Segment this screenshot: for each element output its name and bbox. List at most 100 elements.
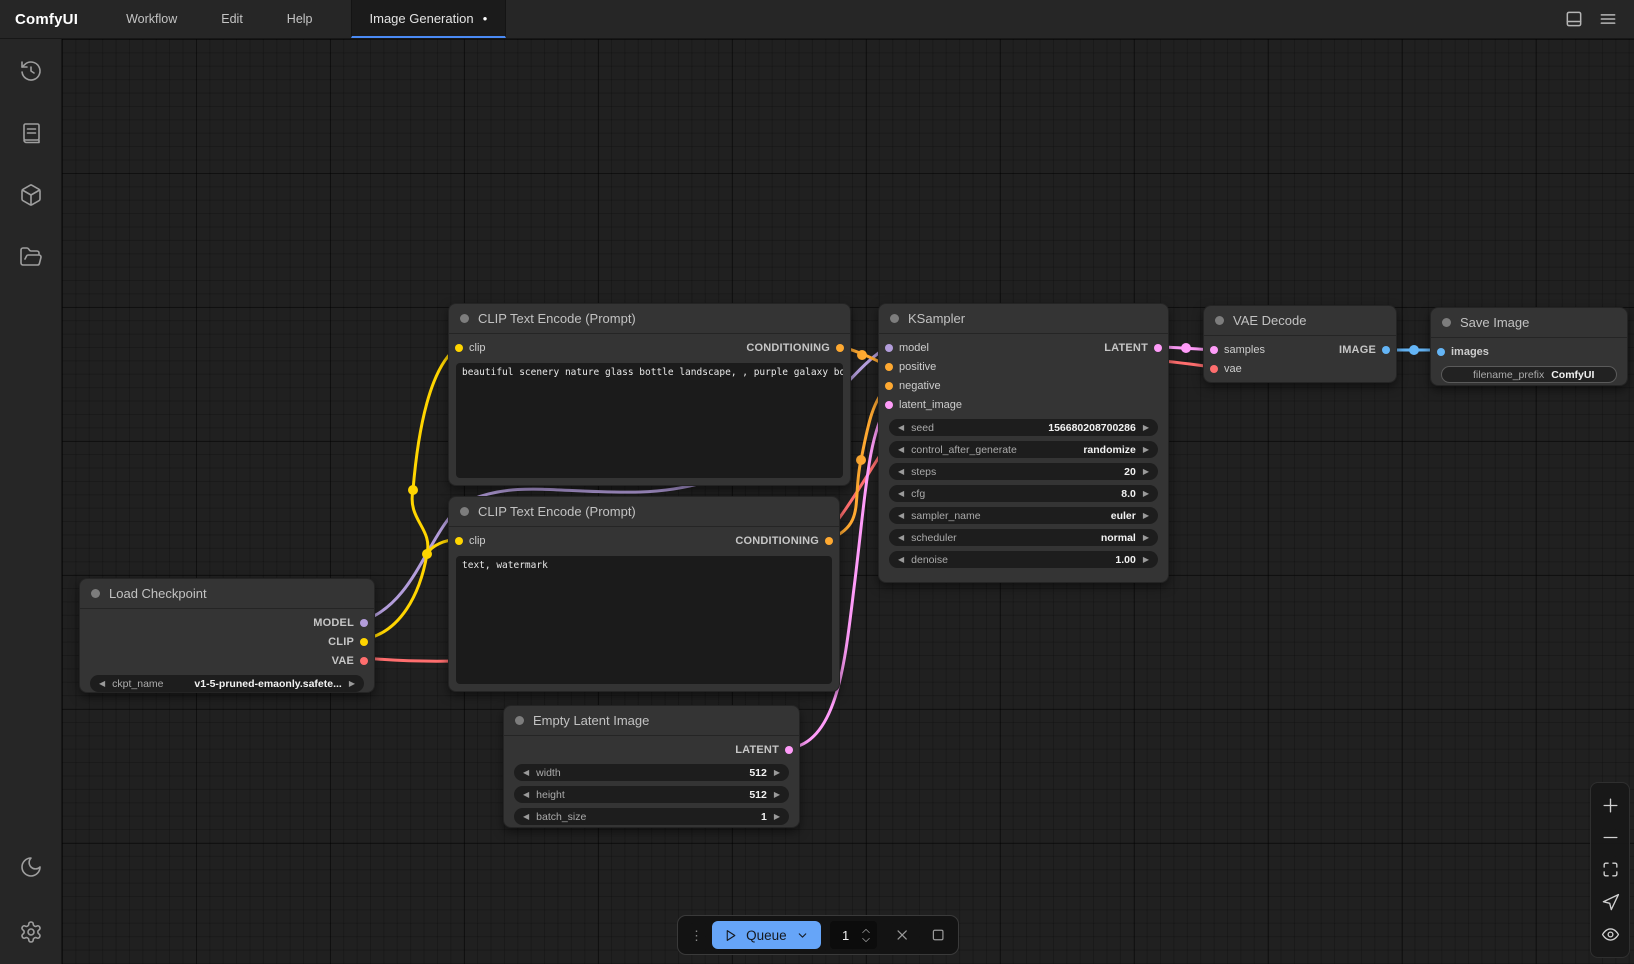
widget-seed[interactable]: ◀ seed 156680208700286 ▶ [889, 419, 1158, 436]
slot-dot-vae[interactable] [360, 657, 368, 665]
zoom-in-icon[interactable] [1601, 796, 1620, 815]
slot-dot-model[interactable] [885, 344, 893, 352]
clear-queue-icon[interactable] [894, 926, 910, 944]
stop-icon[interactable] [930, 926, 946, 944]
slot-dot-conditioning[interactable] [885, 382, 893, 390]
input-slot-clip[interactable]: clip [455, 342, 486, 354]
collapse-dot-icon[interactable] [1215, 316, 1224, 325]
decrement-arrow-icon[interactable]: ◀ [523, 791, 529, 799]
widget-ckpt-name[interactable]: ◀ ckpt_name v1-5-pruned-emaonly.safete..… [90, 675, 364, 692]
input-slot-samples[interactable]: samples [1210, 344, 1265, 356]
settings-gear-icon[interactable] [19, 920, 43, 944]
widget-batch-size[interactable]: ◀ batch_size 1 ▶ [514, 808, 789, 825]
slot-dot-clip[interactable] [455, 344, 463, 352]
drag-handle-icon[interactable]: ⋮ [690, 929, 703, 942]
widget-width[interactable]: ◀ width 512 ▶ [514, 764, 789, 781]
collapse-dot-icon[interactable] [460, 314, 469, 323]
node-header[interactable]: Load Checkpoint [80, 579, 374, 609]
widget-sampler-name[interactable]: ◀ sampler_name euler ▶ [889, 507, 1158, 524]
prompt-textarea[interactable]: text, watermark [456, 556, 832, 684]
node-clip-text-encode-positive[interactable]: CLIP Text Encode (Prompt) clip CONDITION… [448, 303, 851, 486]
input-slot-model[interactable]: model [885, 342, 929, 354]
decrement-arrow-icon[interactable]: ◀ [523, 769, 529, 777]
count-steppers[interactable] [861, 928, 871, 943]
increment-arrow-icon[interactable]: ▶ [1143, 468, 1149, 476]
slot-dot-latent[interactable] [885, 401, 893, 409]
slot-dot-conditioning[interactable] [825, 537, 833, 545]
widget-scheduler[interactable]: ◀ scheduler normal ▶ [889, 529, 1158, 546]
bottom-panel-toggle-icon[interactable] [1564, 9, 1584, 29]
collapse-dot-icon[interactable] [1442, 318, 1451, 327]
node-header[interactable]: CLIP Text Encode (Prompt) [449, 304, 850, 334]
collapse-dot-icon[interactable] [91, 589, 100, 598]
node-header[interactable]: Save Image [1431, 308, 1627, 338]
input-slot-vae[interactable]: vae [1210, 363, 1242, 375]
widget-cfg[interactable]: ◀ cfg 8.0 ▶ [889, 485, 1158, 502]
decrement-arrow-icon[interactable]: ◀ [99, 680, 105, 688]
increment-arrow-icon[interactable]: ▶ [349, 680, 355, 688]
zoom-out-icon[interactable] [1601, 828, 1620, 847]
increment-arrow-icon[interactable]: ▶ [1143, 512, 1149, 520]
output-slot-vae[interactable]: VAE [332, 655, 368, 667]
workflow-tab[interactable]: Image Generation ● [351, 0, 507, 38]
widget-height[interactable]: ◀ height 512 ▶ [514, 786, 789, 803]
increment-arrow-icon[interactable]: ▶ [1143, 424, 1149, 432]
node-header[interactable]: VAE Decode [1204, 306, 1396, 336]
menu-workflow[interactable]: Workflow [104, 12, 199, 26]
node-load-checkpoint[interactable]: Load Checkpoint MODEL CLIP VAE [79, 578, 375, 693]
collapse-dot-icon[interactable] [460, 507, 469, 516]
slot-dot-latent[interactable] [1154, 344, 1162, 352]
widget-control-after-generate[interactable]: ◀ control_after_generate randomize ▶ [889, 441, 1158, 458]
output-slot-conditioning[interactable]: CONDITIONING [735, 535, 833, 547]
model-library-icon[interactable] [19, 183, 43, 207]
input-slot-latent-image[interactable]: latent_image [885, 399, 962, 411]
decrement-arrow-icon[interactable]: ◀ [898, 446, 904, 454]
slot-dot-conditioning[interactable] [836, 344, 844, 352]
collapse-dot-icon[interactable] [890, 314, 899, 323]
slot-dot-clip[interactable] [360, 638, 368, 646]
decrement-arrow-icon[interactable]: ◀ [898, 424, 904, 432]
slot-dot-image[interactable] [1437, 348, 1445, 356]
queue-button[interactable]: Queue [712, 921, 821, 949]
slot-dot-latent[interactable] [1210, 346, 1218, 354]
widget-denoise[interactable]: ◀ denoise 1.00 ▶ [889, 551, 1158, 568]
workflows-folder-icon[interactable] [19, 245, 43, 269]
select-mode-arrow-icon[interactable] [1601, 893, 1620, 912]
slot-dot-model[interactable] [360, 619, 368, 627]
input-slot-images[interactable]: images [1437, 346, 1489, 358]
increment-arrow-icon[interactable]: ▶ [1143, 446, 1149, 454]
node-empty-latent-image[interactable]: Empty Latent Image LATENT ◀ width 512 ▶ … [503, 705, 800, 828]
increment-arrow-icon[interactable]: ▶ [774, 813, 780, 821]
output-slot-clip[interactable]: CLIP [328, 636, 368, 648]
node-header[interactable]: CLIP Text Encode (Prompt) [449, 497, 839, 527]
node-header[interactable]: KSampler [879, 304, 1168, 334]
increment-arrow-icon[interactable]: ▶ [1143, 556, 1149, 564]
theme-toggle-moon-icon[interactable] [19, 855, 43, 879]
fit-view-icon[interactable] [1601, 860, 1620, 879]
increment-arrow-icon[interactable]: ▶ [1143, 490, 1149, 498]
batch-count-input[interactable]: 1 [830, 921, 878, 949]
slot-dot-conditioning[interactable] [885, 363, 893, 371]
increment-arrow-icon[interactable]: ▶ [1143, 534, 1149, 542]
output-slot-image[interactable]: IMAGE [1339, 344, 1390, 356]
increment-arrow-icon[interactable]: ▶ [774, 791, 780, 799]
decrement-arrow-icon[interactable]: ◀ [898, 534, 904, 542]
decrement-arrow-icon[interactable]: ◀ [898, 556, 904, 564]
slot-dot-clip[interactable] [455, 537, 463, 545]
output-slot-latent[interactable]: LATENT [1104, 342, 1162, 354]
node-header[interactable]: Empty Latent Image [504, 706, 799, 736]
output-slot-latent[interactable]: LATENT [735, 744, 793, 756]
collapse-dot-icon[interactable] [515, 716, 524, 725]
slot-dot-image[interactable] [1382, 346, 1390, 354]
widget-filename-prefix[interactable]: filename_prefix ComfyUI [1441, 366, 1617, 383]
history-icon[interactable] [19, 59, 43, 83]
output-slot-model[interactable]: MODEL [313, 617, 368, 629]
slot-dot-vae[interactable] [1210, 365, 1218, 373]
prompt-textarea[interactable]: beautiful scenery nature glass bottle la… [456, 363, 843, 478]
menu-edit[interactable]: Edit [199, 12, 265, 26]
decrement-arrow-icon[interactable]: ◀ [898, 512, 904, 520]
decrement-arrow-icon[interactable]: ◀ [898, 468, 904, 476]
slot-dot-latent[interactable] [785, 746, 793, 754]
widget-steps[interactable]: ◀ steps 20 ▶ [889, 463, 1158, 480]
increment-arrow-icon[interactable]: ▶ [774, 769, 780, 777]
